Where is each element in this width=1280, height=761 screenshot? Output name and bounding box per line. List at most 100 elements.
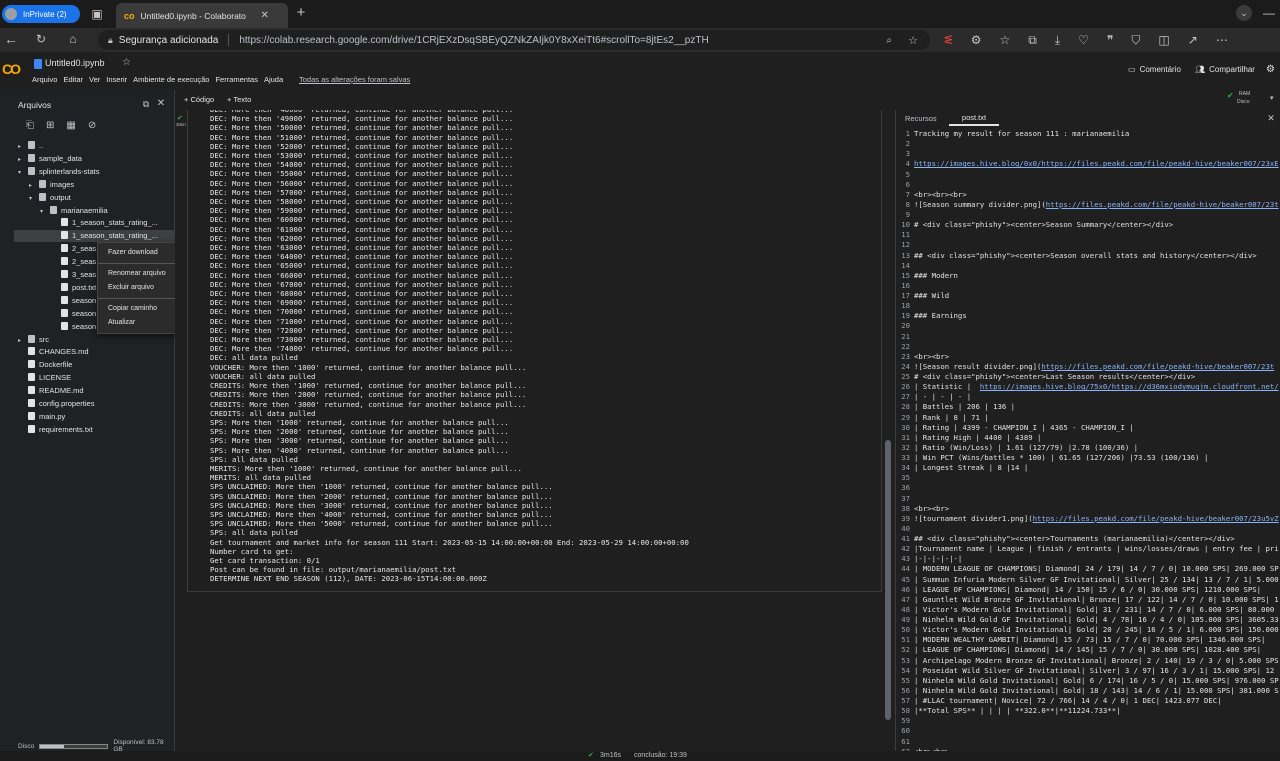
output-line: SPS UNCLAIMED: More then '4000' returned… [210, 509, 553, 519]
menu-item[interactable]: Ambiente de execução [133, 75, 209, 84]
file-line: 50 | Victor's Modern Gold Invitational| G… [898, 625, 1280, 635]
heart-icon[interactable]: ♡ [1078, 32, 1089, 48]
file-line: 21 [898, 332, 1280, 342]
cell-output-scrollbar[interactable] [885, 440, 891, 720]
menu-item[interactable]: Ver [89, 75, 100, 84]
tree-file[interactable]: post.txt [51, 282, 96, 294]
menu-item[interactable]: Editar [63, 75, 83, 84]
download-icon[interactable]: ⤓ [1055, 32, 1060, 48]
tab-post-txt-label: post.txt [961, 112, 987, 122]
line-number: 33 [901, 453, 910, 462]
output-line: DEC: all data pulled [210, 353, 298, 363]
line-number: 57 [901, 696, 910, 705]
line-number: 51 [901, 635, 910, 645]
menu-item[interactable]: Inserir [106, 75, 127, 84]
security-label: Segurança adicionada [118, 34, 219, 46]
tree-item-label: images [50, 179, 75, 189]
split-screen-icon[interactable]: ◫ [1158, 32, 1169, 48]
tree-file[interactable]: season [51, 295, 96, 307]
new-tab-icon[interactable]: + [294, 5, 308, 21]
tree-file[interactable]: season [51, 308, 96, 320]
extension-red-icon[interactable]: ᓬ [944, 32, 953, 48]
browser-tab-active[interactable]: co Untitled0.ipynb - Colaborato ✕ [116, 3, 288, 28]
star-notebook-icon[interactable]: ☆ [122, 57, 131, 68]
tab-resources[interactable]: Recursos [905, 114, 937, 123]
tree-file[interactable]: README.md [18, 385, 84, 397]
output-line: DEC: More then '73000' returned, continu… [210, 335, 514, 345]
new-folder-icon[interactable]: ⊞ [46, 118, 54, 134]
tree-item-label: LICENSE [39, 373, 72, 383]
mount-drive-icon[interactable]: ▦ [66, 118, 75, 134]
file-icon [61, 218, 68, 227]
extensions-puzzle-icon[interactable]: ⚙ [971, 32, 982, 48]
reload-icon[interactable]: ↻ [34, 31, 48, 47]
tree-folder[interactable]: ▸ src [18, 334, 49, 347]
tree-file[interactable]: LICENSE [18, 372, 71, 384]
output-line: DEC: More then '65000' returned, continu… [210, 261, 514, 271]
url-link[interactable]: https://files.peakd.com/file/peakd-hive/… [1033, 514, 1279, 523]
add-text-button[interactable]: + Texto [227, 95, 251, 104]
tab-actions-icon[interactable]: ▣ [90, 6, 104, 22]
tree-file[interactable]: requirements.txt [18, 424, 93, 436]
more-icon[interactable]: ⋯ [1216, 32, 1228, 48]
file-line: 36 [898, 483, 1280, 493]
home-icon[interactable]: ⌂ [66, 31, 80, 47]
url-link[interactable]: https://images.hive.blog/75x0/https://d3… [980, 382, 1279, 391]
share-icon[interactable]: ↗ [1188, 32, 1198, 48]
hide-files-icon[interactable]: ⊘ [88, 118, 96, 134]
tree-file[interactable]: 1_season_stats_rating_... [51, 217, 158, 229]
tree-folder[interactable]: ▾ splinterlands-stats [18, 166, 99, 179]
inprivate-badge[interactable]: InPrivate (2) [2, 5, 80, 23]
close-sidebar-icon[interactable]: ✕ [155, 96, 167, 112]
zoom-icon[interactable]: ⌕ [886, 35, 892, 46]
quote-icon[interactable]: ❞ [1107, 32, 1113, 48]
minimize-icon[interactable]: — [1262, 5, 1276, 21]
file-line: 6 [898, 180, 1280, 190]
output-line: DEC: More then '54000' returned, continu… [210, 160, 514, 170]
tree-file[interactable]: config.properties [18, 398, 94, 410]
tab-post-txt[interactable]: post.txt [949, 110, 999, 126]
tree-folder[interactable]: ▾ marianaemilia [40, 205, 108, 218]
settings-gear-icon[interactable]: ⚙ [1266, 64, 1275, 75]
tree-file[interactable]: Dockerfile [18, 359, 72, 371]
add-code-button[interactable]: + Código [184, 95, 214, 104]
tree-file[interactable]: 1_season_stats_rating_... [14, 230, 174, 243]
menu-item[interactable]: Arquivo [32, 75, 57, 84]
resources-dropdown-icon[interactable]: ▾ [1270, 94, 1274, 102]
tree-file[interactable]: main.py [18, 411, 65, 423]
close-file-icon[interactable]: ✕ [1266, 110, 1276, 126]
upload-file-icon[interactable]: ⎗ [26, 118, 34, 134]
tree-folder[interactable]: ▸ sample_data [18, 153, 82, 166]
tree-folder[interactable]: ▾ output [29, 192, 71, 205]
open-tab-icon[interactable]: ⧉ [140, 96, 152, 112]
tree-file[interactable]: CHANGES.md [18, 346, 89, 358]
saved-status[interactable]: Todas as alterações foram salvas [299, 75, 410, 84]
tree-file[interactable]: 2_seas [51, 243, 96, 255]
favorite-star-icon[interactable]: ☆ [908, 34, 918, 47]
tree-file[interactable]: 2_seas [51, 256, 96, 268]
url-box[interactable]: 🔒︎ Segurança adicionada https://colab.re… [98, 30, 930, 50]
menu-item[interactable]: Ajuda [264, 75, 283, 84]
tab-search-icon[interactable]: ⌄ [1236, 5, 1252, 21]
tree-folder[interactable]: ▸.. [18, 140, 43, 153]
favorites-icon[interactable]: ☆ [1000, 32, 1011, 48]
shield-icon[interactable]: ⛉ [1131, 32, 1140, 48]
output-line: SPS UNCLAIMED: More then '3000' returned… [210, 500, 553, 510]
output-line: DEC: More then '70000' returned, continu… [210, 307, 514, 317]
tree-file[interactable]: 3_seas [51, 269, 96, 281]
url-link[interactable]: https://files.peakd.com/file/peakd-hive/… [1041, 362, 1274, 371]
url-link[interactable]: https://images.hive.blog/0x0/https://fil… [914, 159, 1279, 168]
comment-button[interactable]: ▭ Comentário [1128, 65, 1181, 74]
line-number: 46 [901, 584, 910, 594]
back-icon[interactable]: ← [4, 31, 18, 47]
share-button[interactable]: 👥︎ Compartilhar [1195, 65, 1255, 74]
tree-folder[interactable]: ▸ images [29, 179, 74, 192]
colab-logo-icon[interactable]: CO [2, 61, 21, 77]
menu-item[interactable]: Ferramentas [215, 75, 258, 84]
collections-icon[interactable]: ⧉ [1028, 32, 1037, 48]
notebook-name[interactable]: Untitled0.ipynb [45, 58, 105, 68]
tree-file[interactable]: season [51, 321, 96, 333]
close-tab-icon[interactable]: ✕ [261, 10, 269, 21]
url-link[interactable]: https://files.peakd.com/file/peakd-hive/… [1046, 200, 1279, 209]
line-number: 52 [901, 645, 910, 655]
